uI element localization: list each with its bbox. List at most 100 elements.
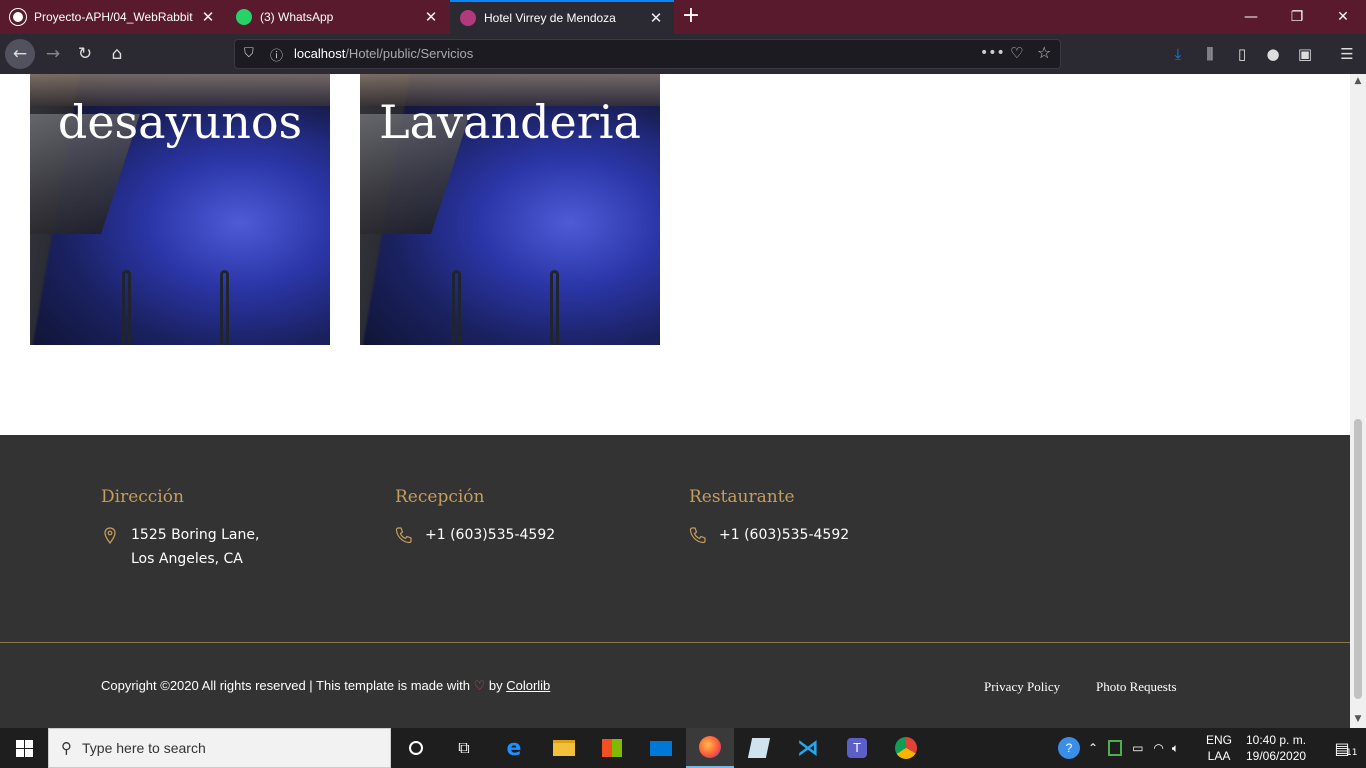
store-app[interactable] — [588, 728, 636, 768]
restore-button[interactable]: ❐ — [1274, 0, 1320, 34]
tab-github[interactable]: Proyecto-APH/04_WebRabbit a ✕ — [0, 0, 226, 34]
vscode-app[interactable]: ⋊ — [784, 728, 832, 768]
tray-app-icon[interactable] — [1108, 740, 1123, 756]
bookmark-star-icon[interactable]: ☆ — [1037, 43, 1051, 62]
page-actions-icon[interactable]: ••• — [980, 45, 1005, 61]
vscode-icon: ⋊ — [797, 735, 819, 761]
browser-tab-bar: Proyecto-APH/04_WebRabbit a ✕ (3) WhatsA… — [0, 0, 1366, 34]
service-title: desayunos — [57, 95, 303, 149]
footer-divider — [0, 642, 1350, 643]
tab-label: Hotel Virrey de Mendoza — [484, 11, 616, 25]
scroll-thumb[interactable] — [1354, 419, 1362, 699]
service-card-desayunos[interactable]: desayunos — [30, 74, 330, 345]
notes-app[interactable] — [735, 728, 783, 768]
chevron-up-icon[interactable]: ⌃ — [1088, 741, 1098, 755]
language-indicator[interactable]: ENG LAA — [1206, 732, 1232, 764]
edge-icon: e — [506, 735, 522, 761]
whatsapp-icon — [236, 9, 252, 25]
pocket-icon[interactable]: ♡ — [1010, 44, 1023, 62]
clock-date: 19/06/2020 — [1246, 749, 1307, 763]
mail-app[interactable] — [637, 728, 685, 768]
address-line: Los Angeles, CA — [131, 551, 243, 567]
close-icon[interactable]: ✕ — [200, 8, 216, 26]
download-icon[interactable]: ⤓ — [1167, 43, 1189, 65]
page-scrollbar[interactable]: ▲ ▼ — [1350, 74, 1366, 728]
wifi-icon[interactable]: ◠ — [1153, 741, 1163, 755]
task-view-button[interactable]: ⧉ — [440, 728, 488, 768]
footer-heading: Dirección — [101, 487, 184, 507]
pool-ladder-image — [550, 270, 559, 345]
new-tab-button[interactable]: + — [680, 4, 702, 30]
address-line: 1525 Boring Lane, — [131, 527, 260, 543]
file-explorer-app[interactable] — [540, 728, 588, 768]
photo-requests-link[interactable]: Photo Requests — [1096, 679, 1177, 695]
tab-label: Proyecto-APH/04_WebRabbit a — [34, 10, 194, 24]
close-window-button[interactable]: ✕ — [1320, 0, 1366, 34]
tab-label: (3) WhatsApp — [260, 10, 334, 24]
notification-center-button[interactable]: ▤ 11 — [1318, 728, 1366, 768]
clock-time: 10:40 p. m. — [1246, 733, 1307, 747]
volume-icon[interactable]: 🔈︎ — [1172, 741, 1179, 756]
windows-taskbar: ⚲ Type here to search ⧉ e ⋊ T ? ⌃ ▭ ◠ 🔈︎… — [0, 728, 1366, 768]
reload-button[interactable]: ↻ — [70, 39, 100, 69]
address-bar[interactable]: ⛉ ⓘ localhost/Hotel/public/Servicios •••… — [234, 39, 1061, 69]
folder-icon — [553, 740, 575, 756]
phone-number[interactable]: +1 (603)535-4592 — [719, 523, 849, 547]
mail-icon — [650, 740, 672, 756]
site-footer: Dirección 1525 Boring Lane, Los Angeles,… — [0, 435, 1350, 728]
search-icon: ⚲ — [61, 739, 72, 757]
help-icon[interactable]: ? — [1058, 737, 1080, 759]
github-icon — [10, 9, 26, 25]
tab-hotel[interactable]: Hotel Virrey de Mendoza ✕ — [450, 0, 674, 34]
footer-heading: Restaurante — [689, 487, 795, 507]
scroll-up-icon[interactable]: ▲ — [1350, 76, 1366, 86]
notes-icon — [747, 738, 771, 758]
copyright-prefix: Copyright ©2020 All rights reserved | Th… — [101, 678, 470, 693]
footer-col-recepcion: Recepción +1 (603)535-4592 — [395, 487, 555, 547]
info-icon[interactable]: ⓘ — [270, 45, 283, 64]
phone-row: +1 (603)535-4592 — [395, 523, 555, 547]
phone-number[interactable]: +1 (603)535-4592 — [425, 523, 555, 547]
back-button[interactable]: ← — [5, 39, 35, 69]
sidebar-icon[interactable]: ▯ — [1231, 43, 1253, 65]
windows-logo-icon — [15, 739, 33, 757]
footer-heading: Recepción — [395, 487, 485, 507]
home-button[interactable]: ⌂ — [102, 39, 132, 69]
colorlib-link[interactable]: Colorlib — [506, 678, 550, 693]
phone-icon — [689, 523, 707, 547]
library-icon[interactable]: ⫼ — [1199, 43, 1221, 65]
close-icon[interactable]: ✕ — [648, 9, 664, 27]
chrome-app[interactable] — [882, 728, 930, 768]
copyright-text: Copyright ©2020 All rights reserved | Th… — [101, 678, 550, 694]
phone-row: +1 (603)535-4592 — [689, 523, 849, 547]
teams-app[interactable]: T — [833, 728, 881, 768]
pool-ladder-image — [122, 270, 131, 345]
cortana-button[interactable] — [392, 728, 440, 768]
privacy-policy-link[interactable]: Privacy Policy — [984, 679, 1060, 695]
firefox-app[interactable] — [686, 728, 734, 768]
scroll-down-icon[interactable]: ▼ — [1350, 714, 1366, 724]
clock[interactable]: 10:40 p. m. 19/06/2020 — [1246, 732, 1306, 764]
shield-icon[interactable]: ⛉ — [244, 46, 254, 61]
start-button[interactable] — [0, 728, 48, 768]
copyright-by: by — [488, 678, 503, 693]
taskbar-search[interactable]: ⚲ Type here to search — [48, 728, 391, 768]
lang-bottom: LAA — [1207, 749, 1231, 763]
service-card-lavanderia[interactable]: Lavanderia — [360, 74, 660, 345]
tab-whatsapp[interactable]: (3) WhatsApp ✕ — [226, 0, 449, 34]
extension-icon[interactable]: ▣ — [1294, 43, 1316, 65]
notification-count: 11 — [1346, 748, 1358, 758]
minimize-button[interactable]: — — [1228, 0, 1274, 34]
pool-ladder-image — [452, 270, 461, 345]
battery-icon[interactable]: ▭ — [1132, 741, 1143, 755]
forward-button[interactable]: → — [38, 39, 68, 69]
teams-icon: T — [847, 738, 867, 758]
edge-app[interactable]: e — [490, 728, 538, 768]
account-icon[interactable]: ● — [1262, 43, 1284, 65]
url-text[interactable]: localhost/Hotel/public/Servicios — [294, 46, 473, 61]
menu-icon[interactable]: ☰ — [1336, 43, 1358, 65]
close-icon[interactable]: ✕ — [423, 8, 439, 26]
store-icon — [602, 739, 622, 757]
service-title: Lavanderia — [379, 95, 641, 149]
browser-toolbar: ← → ↻ ⌂ ⛉ ⓘ localhost/Hotel/public/Servi… — [0, 34, 1366, 74]
